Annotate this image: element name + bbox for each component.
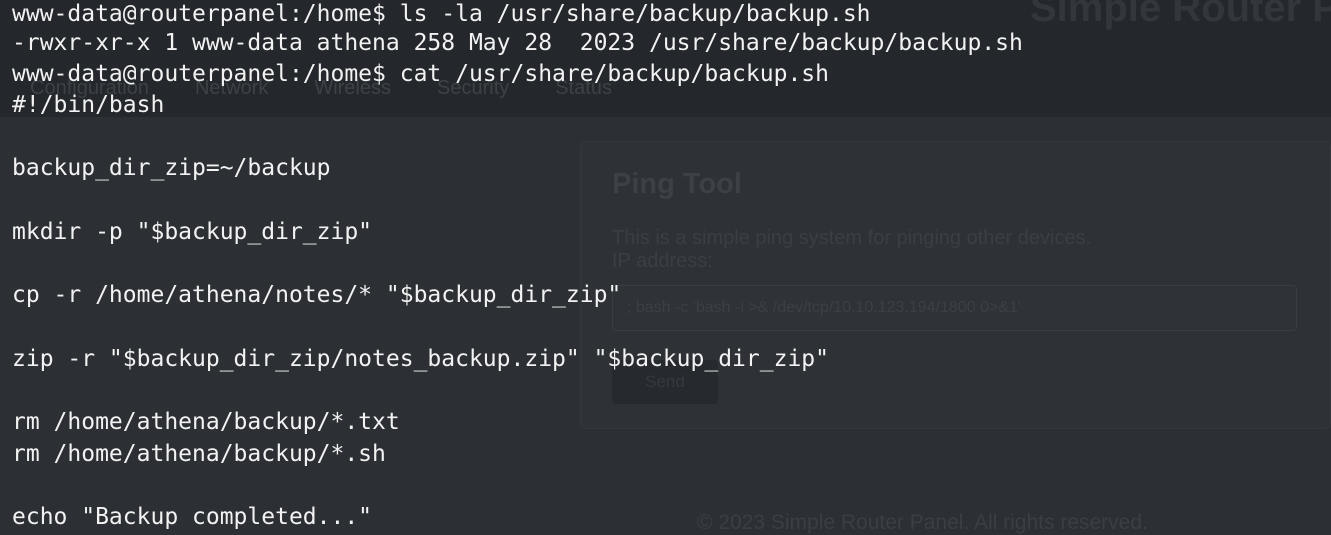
terminal-line-backup-dir: backup_dir_zip=~/backup bbox=[12, 155, 331, 181]
terminal-line-ls-result: -rwxr-xr-x 1 www-data athena 258 May 28 … bbox=[12, 30, 1023, 56]
terminal-line-echo: echo "Backup completed..." bbox=[12, 504, 373, 530]
screen: Simple Router Panel Configuration Networ… bbox=[0, 0, 1331, 535]
terminal-line-shebang: #!/bin/bash bbox=[12, 92, 165, 118]
terminal-line-cp: cp -r /home/athena/notes/* "$backup_dir_… bbox=[12, 282, 622, 308]
terminal-line-prompt-ls: www-data@routerpanel:/home$ ls -la /usr/… bbox=[12, 1, 871, 27]
terminal-line-zip: zip -r "$backup_dir_zip/notes_backup.zip… bbox=[12, 346, 829, 372]
terminal-line-prompt-cat: www-data@routerpanel:/home$ cat /usr/sha… bbox=[12, 61, 829, 87]
terminal-line-mkdir: mkdir -p "$backup_dir_zip" bbox=[12, 219, 373, 245]
terminal-line-rm-txt: rm /home/athena/backup/*.txt bbox=[12, 409, 400, 435]
terminal-output[interactable]: www-data@routerpanel:/home$ ls -la /usr/… bbox=[0, 0, 1331, 535]
terminal-line-rm-sh: rm /home/athena/backup/*.sh bbox=[12, 441, 386, 467]
